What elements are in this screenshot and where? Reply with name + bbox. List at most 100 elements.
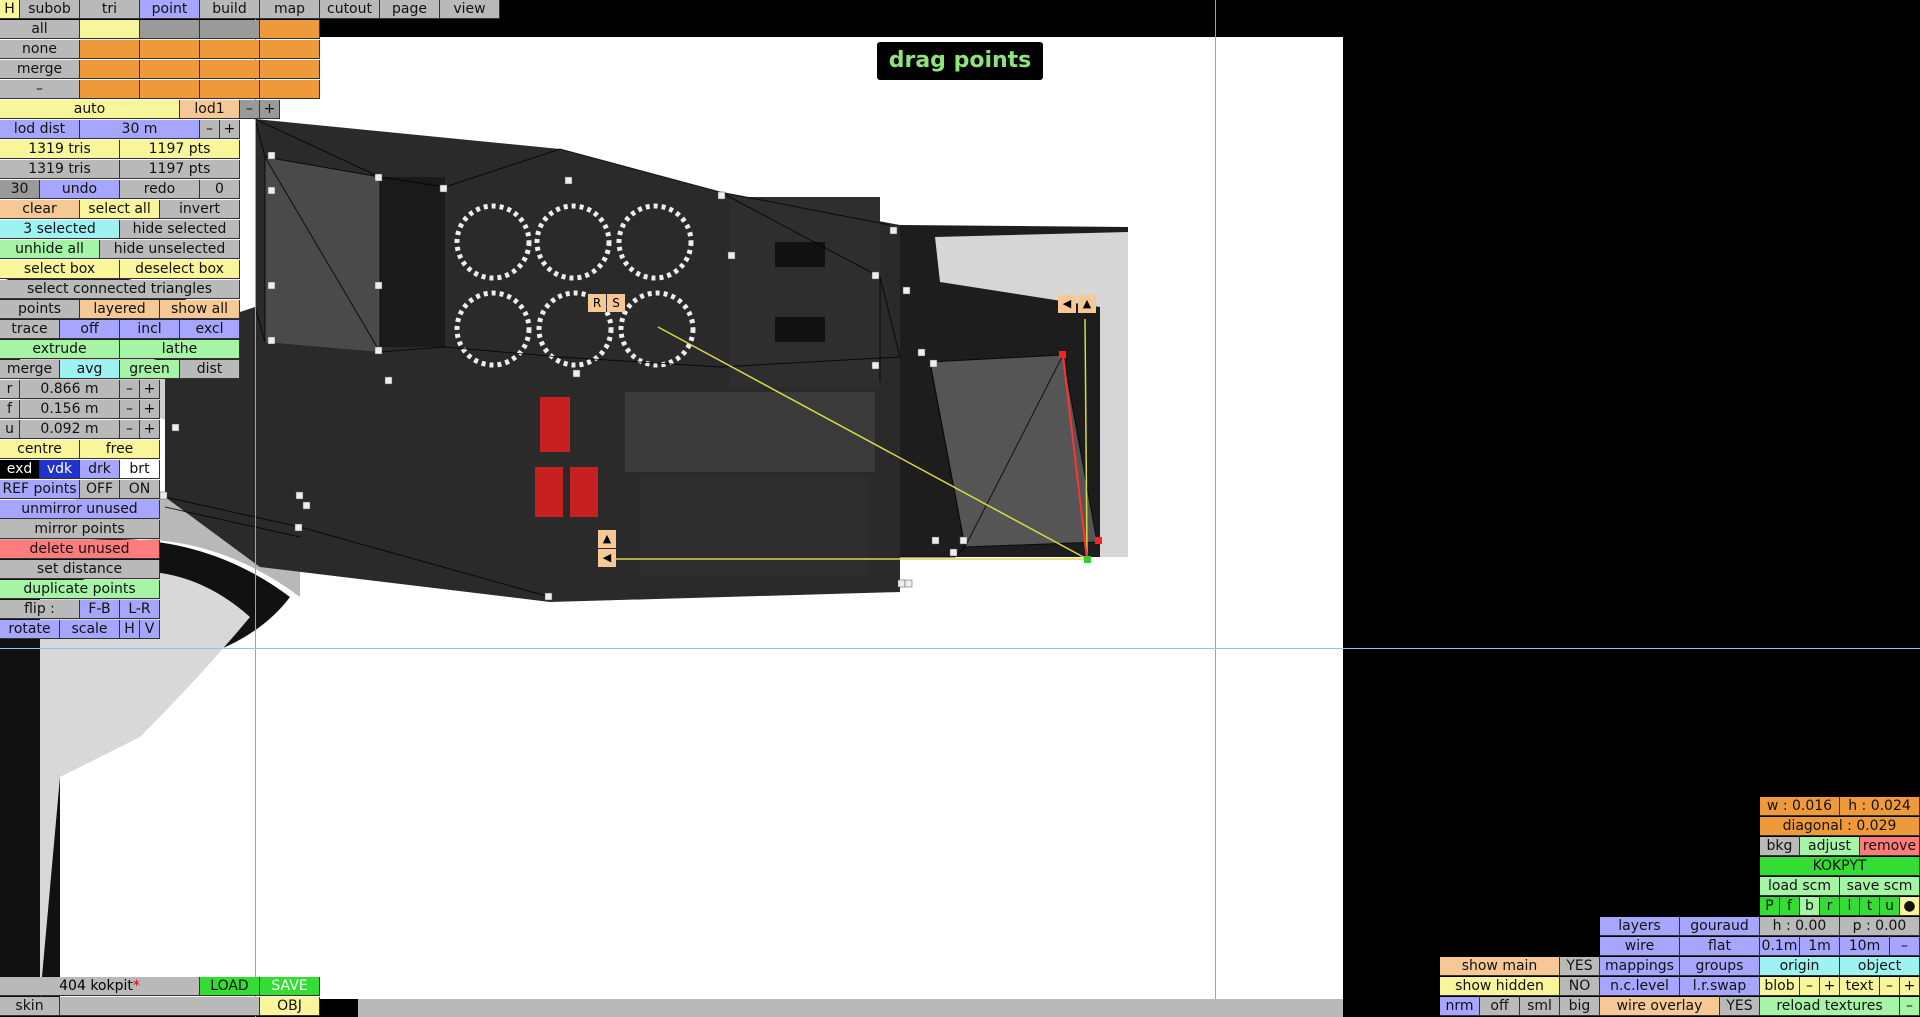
bkg-button[interactable]: bkg xyxy=(1760,837,1800,856)
f-minus[interactable]: – xyxy=(120,400,140,419)
merge-avg-button[interactable]: avg xyxy=(60,360,120,379)
wire-button[interactable]: wire xyxy=(1600,937,1680,956)
centre-button[interactable]: centre xyxy=(0,440,80,459)
show-main-yes[interactable]: YES xyxy=(1560,957,1600,976)
hide-unselected-button[interactable]: hide unselected xyxy=(100,240,240,259)
left-arrow-handle[interactable]: ◀ xyxy=(598,549,616,567)
flip-lr-button[interactable]: L-R xyxy=(120,600,160,619)
scale-handle[interactable]: S xyxy=(607,294,625,312)
tab-subob[interactable]: subob xyxy=(20,0,80,19)
extrude-button[interactable]: extrude xyxy=(0,340,120,359)
unmirror-unused-button[interactable]: unmirror unused xyxy=(0,500,160,519)
view-u-button[interactable]: u xyxy=(1880,897,1900,916)
step-1m-button[interactable]: 1m xyxy=(1800,937,1840,956)
select-all-button[interactable]: select all xyxy=(80,200,160,219)
tab-point[interactable]: point xyxy=(140,0,200,19)
select-box-button[interactable]: select box xyxy=(0,260,120,279)
selected-point[interactable] xyxy=(1095,537,1102,544)
delete-unused-button[interactable]: delete unused xyxy=(0,540,160,559)
mappings-button[interactable]: mappings xyxy=(1600,957,1680,976)
wire-overlay-yes[interactable]: YES xyxy=(1720,997,1760,1016)
deselect-box-button[interactable]: deselect box xyxy=(120,260,240,279)
show-hidden-no[interactable]: NO xyxy=(1560,977,1600,996)
view-dot-button[interactable]: ● xyxy=(1900,897,1920,916)
remove-button[interactable]: remove xyxy=(1860,837,1920,856)
off-button[interactable]: off xyxy=(1480,997,1520,1016)
select-dash-row[interactable]: – xyxy=(0,80,80,99)
f-plus[interactable]: + xyxy=(140,400,160,419)
up-arrow-handle[interactable]: ▲ xyxy=(1078,295,1096,313)
blob-plus[interactable]: + xyxy=(1820,977,1840,996)
select-connected-button[interactable]: select connected triangles xyxy=(0,280,240,299)
lod-dist-plus[interactable]: + xyxy=(220,120,240,139)
trace-excl-button[interactable]: excl xyxy=(180,320,240,339)
set-distance-button[interactable]: set distance xyxy=(0,560,160,579)
view-l-button[interactable]: l xyxy=(1840,897,1860,916)
r-plus[interactable]: + xyxy=(140,380,160,399)
redo-button[interactable]: redo xyxy=(120,180,200,199)
left-arrow-handle[interactable]: ◀ xyxy=(1058,295,1076,313)
select-merge-row[interactable]: merge xyxy=(0,60,80,79)
reload-textures-button[interactable]: reload textures xyxy=(1760,997,1900,1016)
lr-swap-button[interactable]: l.r.swap xyxy=(1680,977,1760,996)
invert-button[interactable]: invert xyxy=(160,200,240,219)
rotate-handle[interactable]: R xyxy=(588,294,606,312)
active-point[interactable] xyxy=(1084,556,1091,563)
save-scm-button[interactable]: save scm xyxy=(1840,877,1920,896)
horizontal-scrollbar[interactable] xyxy=(358,999,1343,1017)
color-cell[interactable] xyxy=(200,20,260,39)
duplicate-points-button[interactable]: duplicate points xyxy=(0,580,160,599)
u-value[interactable]: 0.092 m xyxy=(20,420,120,439)
select-none-row[interactable]: none xyxy=(0,40,80,59)
tab-tri[interactable]: tri xyxy=(80,0,140,19)
tab-build[interactable]: build xyxy=(200,0,260,19)
nrm-button[interactable]: nrm xyxy=(1440,997,1480,1016)
lod-dist-minus[interactable]: – xyxy=(200,120,220,139)
f-value[interactable]: 0.156 m xyxy=(20,400,120,419)
merge-green-button[interactable]: green xyxy=(120,360,180,379)
view-f-button[interactable]: f xyxy=(1780,897,1800,916)
step-01m-button[interactable]: 0.1m xyxy=(1760,937,1800,956)
tab-page[interactable]: page xyxy=(380,0,440,19)
vdk-button[interactable]: vdk xyxy=(40,460,80,479)
color-cell[interactable] xyxy=(140,40,200,59)
adjust-button[interactable]: adjust xyxy=(1800,837,1860,856)
ref-off-button[interactable]: OFF xyxy=(80,480,120,499)
merge-dist-button[interactable]: dist xyxy=(180,360,240,379)
lod-minus-button[interactable]: – xyxy=(240,100,260,119)
color-cell[interactable] xyxy=(200,40,260,59)
scale-v-button[interactable]: V xyxy=(140,620,160,639)
color-cell[interactable] xyxy=(140,80,200,99)
color-cell[interactable] xyxy=(140,60,200,79)
undo-button[interactable]: undo xyxy=(40,180,120,199)
u-minus[interactable]: – xyxy=(120,420,140,439)
tab-view[interactable]: view xyxy=(440,0,500,19)
trace-off-button[interactable]: off xyxy=(60,320,120,339)
tab-cutout[interactable]: cutout xyxy=(320,0,380,19)
points-button[interactable]: points xyxy=(0,300,80,319)
r-value[interactable]: 0.866 m xyxy=(20,380,120,399)
color-cell[interactable] xyxy=(200,60,260,79)
save-button[interactable]: SAVE xyxy=(260,977,320,996)
flip-fb-button[interactable]: F-B xyxy=(80,600,120,619)
view-b-button[interactable]: b xyxy=(1800,897,1820,916)
step-10m-button[interactable]: 10m xyxy=(1840,937,1890,956)
trace-incl-button[interactable]: incl xyxy=(120,320,180,339)
flat-button[interactable]: flat xyxy=(1680,937,1760,956)
color-cell[interactable] xyxy=(260,40,320,59)
color-grid[interactable] xyxy=(80,20,320,100)
sml-button[interactable]: sml xyxy=(1520,997,1560,1016)
trace-button[interactable]: trace xyxy=(0,320,60,339)
up-arrow-handle[interactable]: ▲ xyxy=(598,530,616,548)
auto-button[interactable]: auto xyxy=(0,100,180,119)
origin-button[interactable]: origin xyxy=(1760,957,1840,976)
view-p-button[interactable]: P xyxy=(1760,897,1780,916)
color-cell[interactable] xyxy=(140,20,200,39)
text-minus[interactable]: – xyxy=(1880,977,1900,996)
select-all-row[interactable]: all xyxy=(0,20,80,39)
unhide-all-button[interactable]: unhide all xyxy=(0,240,100,259)
lod-dist-value[interactable]: 30 m xyxy=(80,120,200,139)
u-plus[interactable]: + xyxy=(140,420,160,439)
obj-button[interactable]: OBJ xyxy=(260,997,320,1016)
color-cell[interactable] xyxy=(80,80,140,99)
